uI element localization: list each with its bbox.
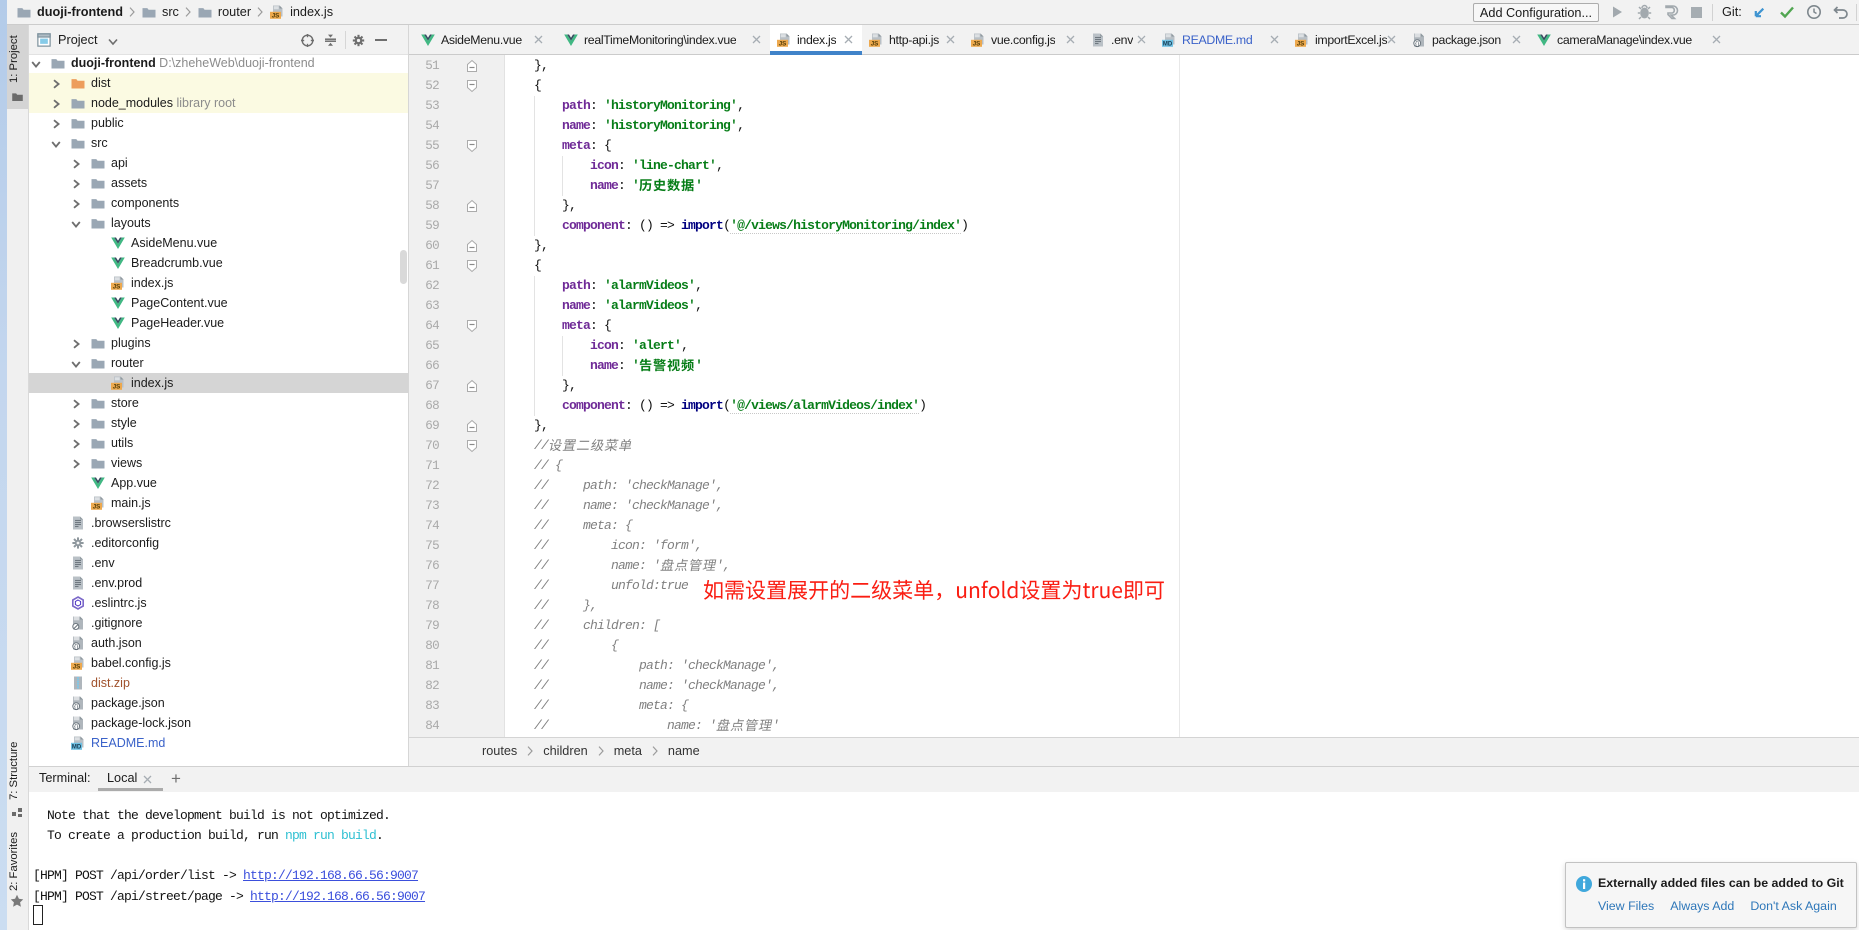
svg-text:JS: JS [871, 40, 879, 47]
svg-text:JS: JS [779, 40, 787, 47]
svg-text:JS: JS [272, 13, 280, 20]
svg-text:JS: JS [1297, 40, 1305, 47]
svg-text:MD: MD [1163, 41, 1173, 47]
svg-text:JS: JS [973, 40, 981, 47]
